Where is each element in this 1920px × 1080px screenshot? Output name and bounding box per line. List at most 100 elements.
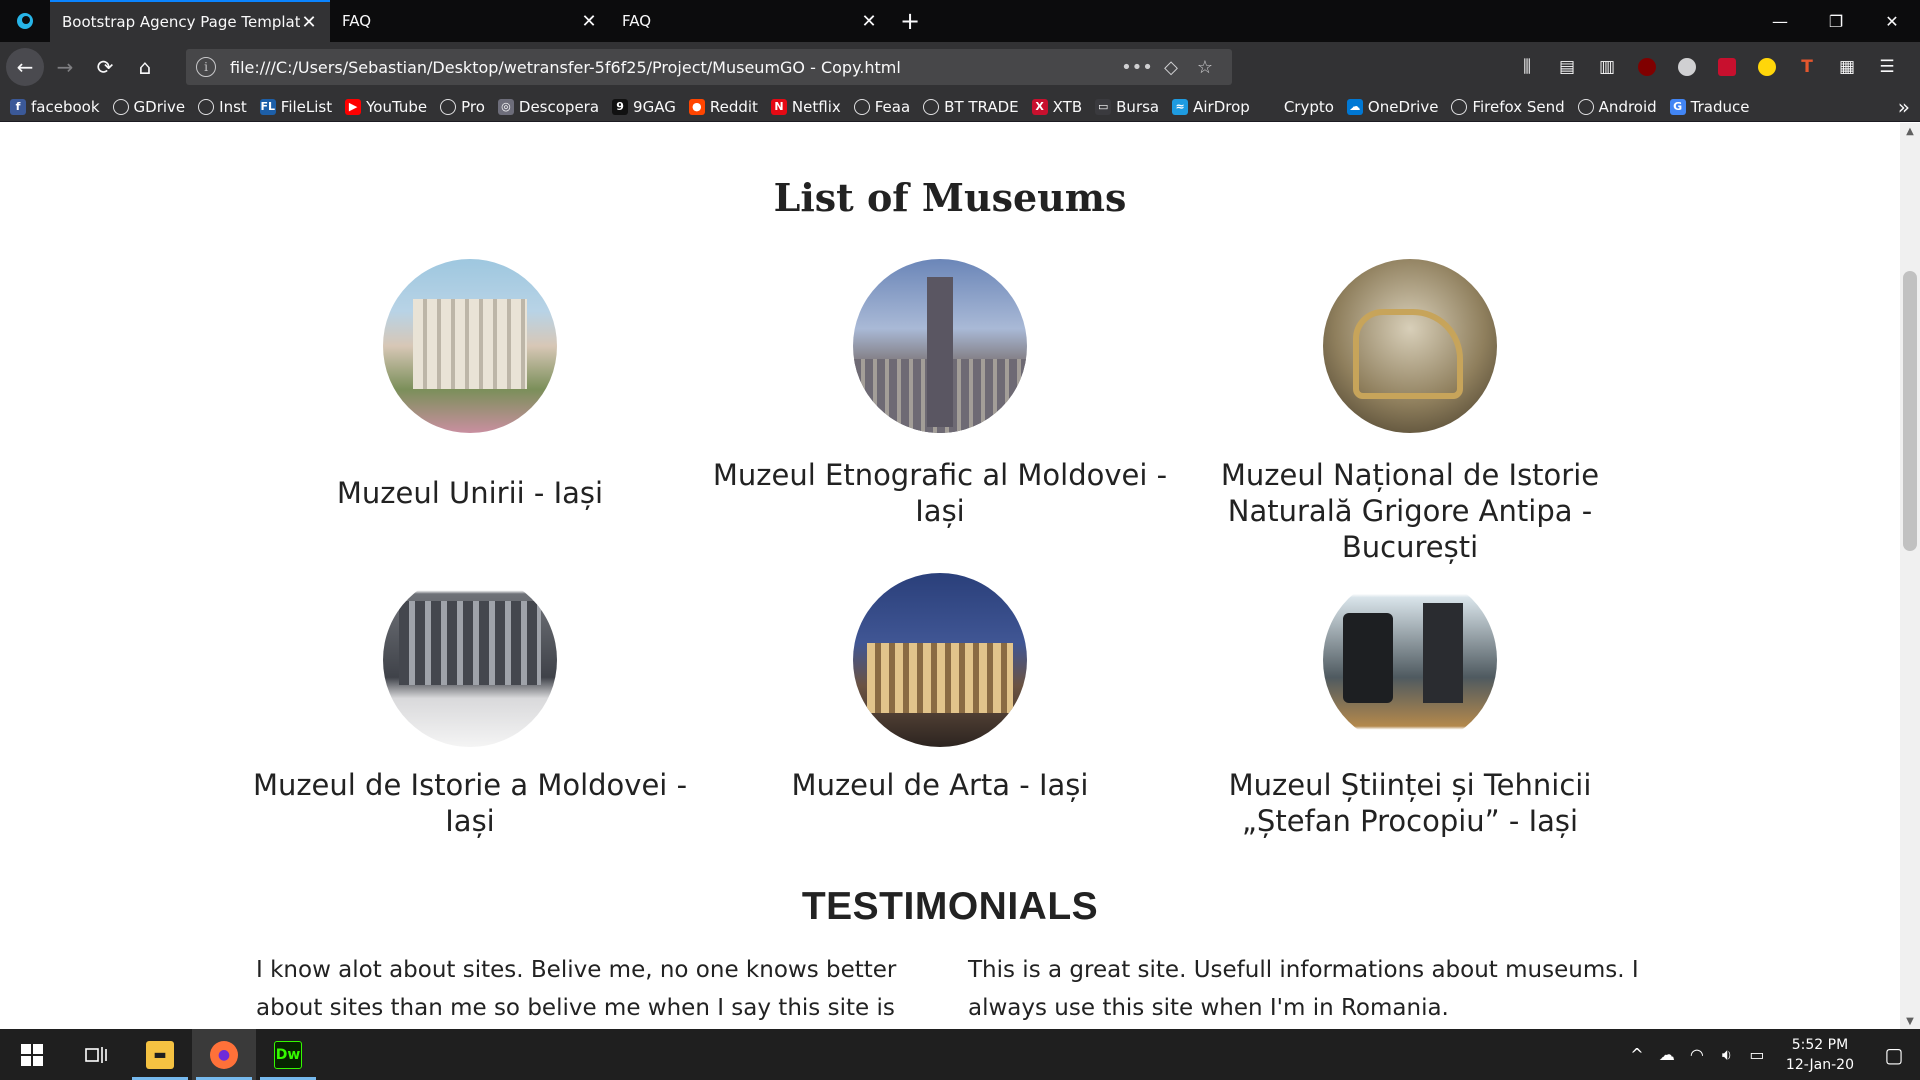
- url-text[interactable]: file:///C:/Users/Sebastian/Desktop/wetra…: [230, 58, 1120, 77]
- translate-ext-icon[interactable]: T: [1790, 50, 1824, 84]
- scrollbar-thumb[interactable]: [1903, 271, 1917, 551]
- 9gag-icon: 9: [612, 98, 629, 115]
- bookmark-filelist[interactable]: FL FileList: [259, 98, 332, 116]
- bookmark-reddit[interactable]: ● Reddit: [688, 97, 758, 116]
- bookmark-onedrive[interactable]: ☁ OneDrive: [1346, 97, 1439, 116]
- close-icon[interactable]: ✕: [300, 12, 318, 33]
- bookmark-netflix[interactable]: N Netflix: [770, 98, 841, 116]
- museum-photo[interactable]: [383, 573, 557, 747]
- bookmark-label: Reddit: [709, 97, 758, 116]
- onedrive-tray-icon[interactable]: ☁: [1652, 1045, 1682, 1064]
- tab-faq-1[interactable]: FAQ ✕: [330, 0, 610, 42]
- close-icon[interactable]: ✕: [580, 11, 598, 32]
- bookmark-firefox-send[interactable]: Firefox Send: [1451, 98, 1565, 116]
- bookmark-xtb[interactable]: X XTB: [1031, 98, 1082, 116]
- tab-title: Bootstrap Agency Page Template: [62, 13, 300, 31]
- museum-card[interactable]: Muzeul de Arta - Iași: [705, 573, 1175, 803]
- bookmark-label: Inst: [219, 97, 247, 116]
- bookmark-bt-trade[interactable]: BT TRADE: [923, 98, 1019, 116]
- pocket-icon[interactable]: ◇: [1154, 57, 1188, 78]
- containers-icon[interactable]: ▥: [1590, 50, 1624, 84]
- blocker-icon[interactable]: [1710, 50, 1744, 84]
- reload-icon[interactable]: ⟳: [86, 48, 124, 86]
- museum-card[interactable]: Muzeul Unirii - Iași: [235, 259, 705, 511]
- windows-start-icon[interactable]: [0, 1029, 64, 1080]
- wifi-icon[interactable]: ◠: [1682, 1045, 1712, 1064]
- taskbar-app-file-explorer[interactable]: ▬: [128, 1029, 192, 1080]
- bookmark-inst[interactable]: Inst: [198, 98, 247, 116]
- bookmark-label: AirDrop: [1193, 97, 1250, 116]
- scroll-up-icon[interactable]: ▲: [1900, 123, 1920, 139]
- folder-icon: ▬: [146, 1040, 174, 1069]
- museum-card[interactable]: Muzeul Științei și Tehnicii „Ștefan Proc…: [1175, 573, 1645, 839]
- chevron-up-icon[interactable]: ^: [1622, 1045, 1652, 1064]
- tab-faq-2[interactable]: FAQ ✕: [610, 0, 890, 42]
- menu-icon[interactable]: ☰: [1870, 50, 1904, 84]
- account-icon[interactable]: [1670, 50, 1704, 84]
- museum-photo[interactable]: [853, 573, 1027, 747]
- museum-photo[interactable]: [383, 259, 557, 433]
- home-icon[interactable]: ⌂: [126, 48, 164, 86]
- bookmark-9gag[interactable]: 9 9GAG: [612, 98, 676, 116]
- bookmark-star-icon[interactable]: ☆: [1188, 57, 1222, 78]
- bookmark-youtube[interactable]: ▶ YouTube: [345, 98, 427, 116]
- window-close-icon[interactable]: ✕: [1864, 0, 1920, 42]
- windows-taskbar: ▬ ● Dw ^ ☁ ◠ 🔉︎ ▭ 5:52 PM 12-Jan-20 ▢: [0, 1029, 1920, 1080]
- globe-icon: [440, 98, 457, 115]
- museum-name: Muzeul Etnografic al Moldovei - Iași: [712, 458, 1168, 528]
- battery-icon[interactable]: ▭: [1742, 1045, 1772, 1064]
- task-view-icon[interactable]: [64, 1029, 128, 1080]
- bookmark-descopera[interactable]: ◎ Descopera: [497, 98, 599, 116]
- address-bar[interactable]: i file:///C:/Users/Sebastian/Desktop/wet…: [186, 49, 1232, 85]
- bookmark-gdrive[interactable]: GDrive: [112, 98, 185, 116]
- bookmarks-overflow-icon[interactable]: »: [1898, 95, 1910, 119]
- info-icon[interactable]: i: [196, 57, 216, 77]
- museum-card[interactable]: Muzeul Național de Istorie Naturală Grig…: [1175, 259, 1645, 565]
- page-scrollbar[interactable]: ▲ ▼: [1900, 123, 1920, 1029]
- globe-icon: [1451, 98, 1468, 115]
- notifications-icon[interactable]: ▢: [1868, 1043, 1920, 1067]
- new-tab-icon[interactable]: +: [890, 0, 930, 42]
- ublock-icon[interactable]: [1630, 50, 1664, 84]
- bookmark-pro[interactable]: Pro: [440, 98, 485, 116]
- museums-section-title: List of Museums: [773, 175, 1127, 220]
- forward-icon[interactable]: →: [46, 48, 84, 86]
- bookmark-crypto[interactable]: Crypto: [1262, 98, 1334, 116]
- honey-icon[interactable]: [1750, 50, 1784, 84]
- bookmark-label: OneDrive: [1367, 97, 1439, 116]
- clock[interactable]: 5:52 PM 12-Jan-20: [1772, 1035, 1868, 1075]
- bookmark-label: Bursa: [1116, 97, 1160, 116]
- globe-icon: [198, 98, 215, 115]
- museum-photo[interactable]: [1323, 259, 1497, 433]
- museum-photo[interactable]: [853, 259, 1027, 433]
- bookmark-facebook[interactable]: f facebook: [10, 98, 100, 116]
- bookmark-traduce[interactable]: G Traduce: [1669, 98, 1750, 116]
- restore-icon[interactable]: ❐: [1808, 0, 1864, 42]
- clock-time: 5:52 PM: [1791, 1036, 1849, 1053]
- museum-card[interactable]: Muzeul Etnografic al Moldovei - Iași: [705, 259, 1175, 529]
- back-icon[interactable]: ←: [6, 48, 44, 86]
- tab-bootstrap-agency[interactable]: Bootstrap Agency Page Template ✕: [50, 0, 330, 42]
- museum-name: Muzeul Unirii - Iași: [336, 476, 604, 510]
- taskbar-app-firefox[interactable]: ●: [192, 1029, 256, 1080]
- descopera-icon: ◎: [497, 98, 514, 115]
- museum-name: Muzeul Național de Istorie Naturală Grig…: [1220, 458, 1600, 564]
- folder-icon: ▭: [1095, 98, 1112, 115]
- page-actions-icon[interactable]: •••: [1120, 57, 1154, 78]
- taskbar-app-dreamweaver[interactable]: Dw: [256, 1029, 320, 1080]
- bookmark-android[interactable]: Android: [1577, 98, 1657, 116]
- museum-card[interactable]: Muzeul de Istorie a Moldovei - Iași: [235, 573, 705, 839]
- minimize-icon[interactable]: —: [1752, 0, 1808, 42]
- toolbar-extensions: ⫼ ▤ ▥ T ▦ ☰: [1510, 50, 1914, 84]
- scroll-down-icon[interactable]: ▼: [1900, 1013, 1920, 1029]
- sidebar-icon[interactable]: ▤: [1550, 50, 1584, 84]
- bookmark-feaa[interactable]: Feaa: [853, 98, 910, 116]
- close-icon[interactable]: ✕: [860, 11, 878, 32]
- museum-photo[interactable]: [1323, 573, 1497, 747]
- volume-icon[interactable]: 🔉︎: [1712, 1045, 1742, 1065]
- bookmark-airdrop[interactable]: ≈ AirDrop: [1172, 98, 1250, 116]
- tab-title: FAQ: [622, 12, 652, 30]
- extensions-icon[interactable]: ▦: [1830, 50, 1864, 84]
- library-icon[interactable]: ⫼: [1510, 50, 1544, 84]
- bookmark-bursa[interactable]: ▭ Bursa: [1095, 98, 1159, 116]
